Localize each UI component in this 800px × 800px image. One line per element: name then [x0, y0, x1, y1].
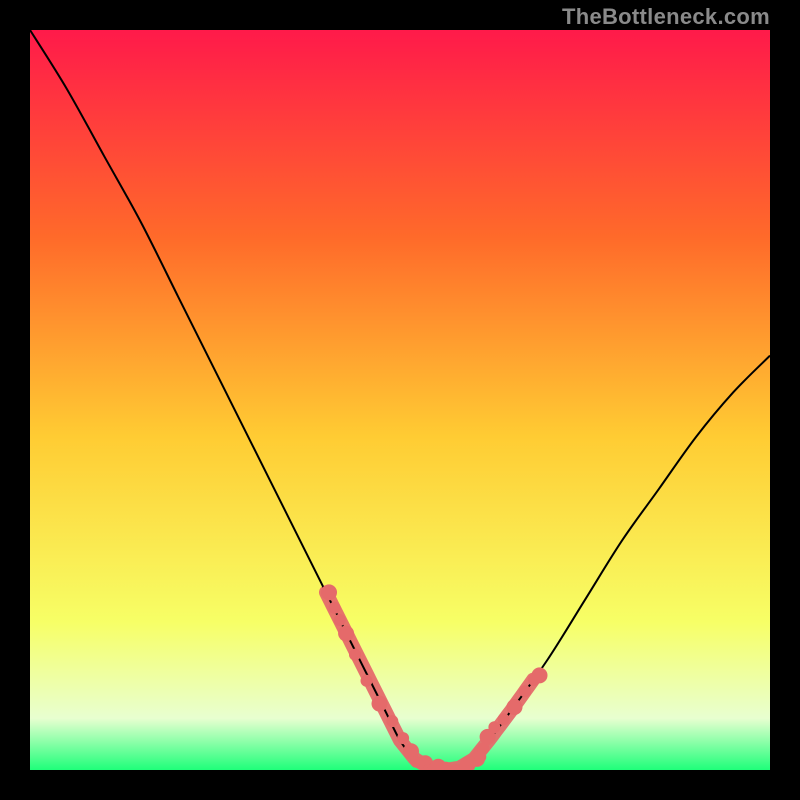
- watermark-text: TheBottleneck.com: [562, 4, 770, 30]
- gradient-background: [30, 30, 770, 770]
- chart-frame: TheBottleneck.com: [0, 0, 800, 800]
- chart-svg: [30, 30, 770, 770]
- plot-area: [30, 30, 770, 770]
